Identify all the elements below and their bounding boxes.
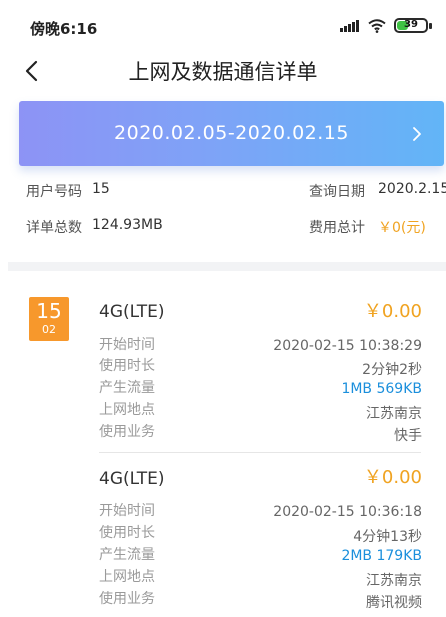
wifi-icon [368, 18, 386, 33]
duration-value: 2分钟2秒 [362, 362, 422, 378]
date-badge: 15 02 [29, 297, 69, 341]
total-records-label: 详单总数 [26, 220, 82, 236]
record-type: 4G(LTE) [99, 469, 165, 489]
service-value: 快手 [394, 428, 422, 444]
service-label: 使用业务 [99, 424, 155, 440]
query-date-value: 2020.2.15 [378, 181, 446, 197]
badge-month: 02 [42, 323, 56, 336]
total-records-value: 124.93MB [92, 217, 163, 233]
record-fee: ￥0.00 [363, 467, 422, 488]
page-title: 上网及数据通信详单 [128, 60, 318, 84]
location-value: 江苏南京 [366, 573, 422, 589]
battery-tip [429, 22, 432, 29]
start-time-value: 2020-02-15 10:38:29 [273, 338, 422, 354]
start-time-label: 开始时间 [99, 503, 155, 519]
data-usage-label: 产生流量 [99, 547, 155, 563]
start-time-label: 开始时间 [99, 337, 155, 353]
record-divider [99, 452, 421, 453]
user-number-label: 用户号码 [26, 184, 82, 200]
battery-level: 39 [404, 19, 418, 30]
record-type: 4G(LTE) [99, 302, 165, 322]
chevron-right-icon [413, 127, 421, 141]
date-range-label: 2020.02.05-2020.02.15 [114, 122, 349, 144]
location-label: 上网地点 [99, 402, 155, 418]
status-icons: 39 [340, 18, 432, 33]
status-bar: 傍晚6:16 39 [0, 0, 446, 40]
service-value: 腾讯视频 [366, 595, 422, 611]
date-range-selector[interactable]: 2020.02.05-2020.02.15 [19, 101, 444, 166]
start-time-value: 2020-02-15 10:36:18 [273, 504, 422, 520]
title-bar: 上网及数据通信详单 [0, 52, 446, 92]
data-usage-value: 1MB 569KB [341, 381, 422, 397]
duration-label: 使用时长 [99, 525, 155, 541]
record-fee: ￥0.00 [363, 301, 422, 322]
section-divider [8, 262, 446, 271]
location-value: 江苏南京 [366, 406, 422, 422]
query-date-label: 查询日期 [309, 184, 365, 200]
user-number-value: 15 [92, 181, 110, 197]
location-label: 上网地点 [99, 569, 155, 585]
total-fee-label: 费用总计 [309, 220, 365, 236]
battery-icon: 39 [394, 18, 428, 33]
status-time: 傍晚6:16 [30, 20, 98, 38]
total-fee-value: ￥0(元) [378, 220, 426, 236]
data-usage-label: 产生流量 [99, 380, 155, 396]
service-label: 使用业务 [99, 591, 155, 607]
badge-day: 15 [36, 299, 62, 323]
duration-label: 使用时长 [99, 358, 155, 374]
signal-icon [340, 19, 359, 32]
data-usage-value: 2MB 179KB [341, 548, 422, 564]
duration-value: 4分钟13秒 [353, 529, 422, 545]
